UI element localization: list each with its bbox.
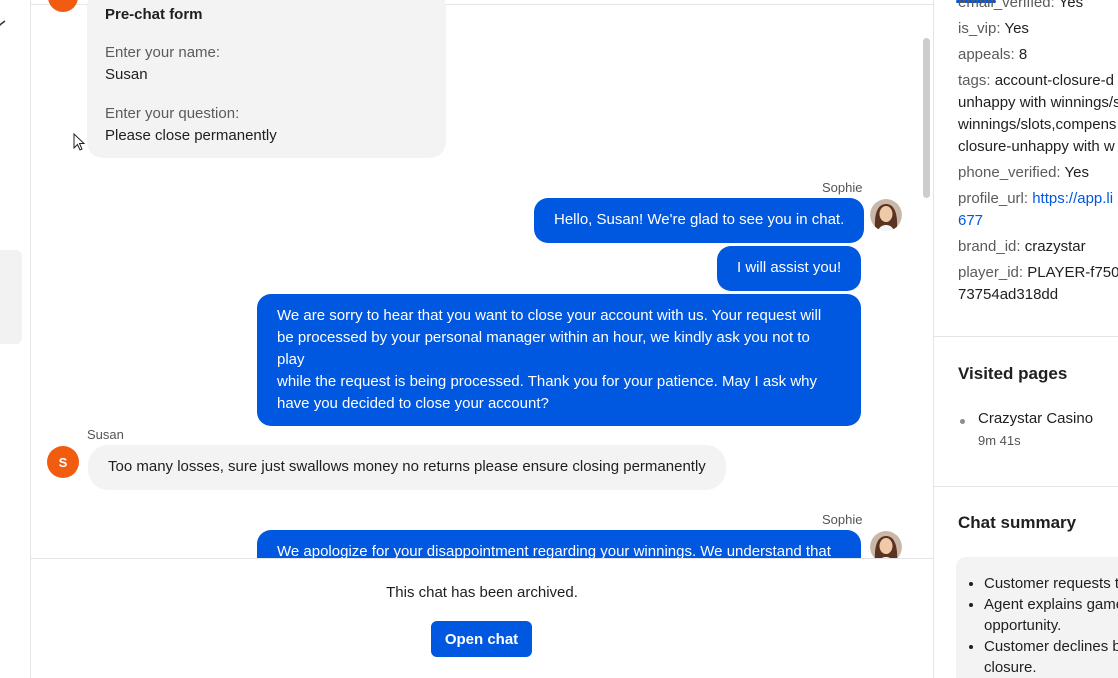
attr-value: account-closure-d — [994, 72, 1114, 89]
attr-value: Yes — [1004, 20, 1029, 37]
attr-brand-id: brand_id: crazystar — [958, 236, 1118, 258]
left-rail — [0, 0, 31, 678]
summary-text: opportunity. — [984, 617, 1062, 634]
summary-text: Agent explains game — [984, 596, 1118, 613]
attr-key: tags: — [958, 72, 991, 89]
attr-tags: tags: account-closure-d unhappy with win… — [958, 70, 1118, 158]
message-bubble-agent: We are sorry to hear that you want to cl… — [257, 294, 861, 426]
archived-notice: This chat has been archived. — [386, 584, 578, 601]
divider — [934, 336, 1118, 337]
message-line: We are sorry to hear that you want to cl… — [277, 307, 822, 324]
summary-text: closure. — [984, 659, 1037, 676]
message-bubble-agent: We apologize for your disappointment reg… — [257, 530, 861, 558]
message-line: while the request is being processed. Th… — [277, 373, 818, 390]
message-line: have you decided to close your account? — [277, 395, 549, 412]
bullet-icon — [960, 419, 965, 424]
summary-item: Customer requests t — [984, 573, 1118, 594]
prechat-question-text: Enter your question: — [105, 105, 240, 122]
attr-key: profile_url: — [958, 190, 1029, 207]
sender-name: Sophie — [822, 180, 863, 195]
divider — [934, 486, 1118, 487]
attr-profile-url: profile_url: https://app.li 677 — [958, 188, 1118, 232]
attr-email-verified: email_verified: Yes — [958, 0, 1118, 14]
summary-text: Customer requests t — [984, 575, 1118, 592]
attr-value: 73754ad318dd — [958, 286, 1059, 303]
attr-phone-verified: phone_verified: Yes — [958, 162, 1118, 184]
visited-page-duration: 9m 41s — [978, 433, 1021, 448]
message-bubble-agent: Hello, Susan! We're glad to see you in c… — [534, 198, 865, 243]
attr-key: phone_verified: — [958, 164, 1061, 181]
chat-summary-box: Customer requests t Agent explains game o… — [956, 557, 1118, 678]
visited-pages-heading: Visited pages — [958, 364, 1068, 383]
open-chat-button[interactable]: Open chat — [431, 621, 532, 657]
details-panel: email_verified: Yes is_vip: Yes appeals:… — [933, 0, 1118, 678]
attr-key: is_vip: — [958, 20, 1001, 37]
prechat-answer-text: Please close permanently — [105, 127, 277, 144]
check-icon[interactable] — [0, 20, 7, 30]
attr-value: unhappy with winnings/s — [958, 94, 1118, 111]
attr-value: crazystar — [1024, 238, 1086, 255]
agent-avatar — [870, 199, 902, 231]
rail-item-selected[interactable] — [0, 250, 22, 344]
attr-key: email_verified: — [958, 0, 1055, 11]
attr-value: 8 — [1018, 46, 1028, 63]
message-line: be processed by your personal manager wi… — [277, 329, 810, 368]
chat-summary-heading: Chat summary — [958, 513, 1077, 532]
agent-avatar — [870, 531, 902, 558]
summary-item: Agent explains game opportunity. — [984, 594, 1118, 636]
prechat-answer-name: Susan — [105, 66, 148, 83]
attr-value: Yes — [1064, 164, 1089, 181]
attr-value: PLAYER-f7504 — [1027, 264, 1118, 281]
archive-bar: This chat has been archived. Open chat — [31, 558, 933, 678]
attr-value: Yes — [1058, 0, 1084, 11]
attr-value: winnings/slots,compens — [958, 116, 1117, 133]
attr-player-id: player_id: PLAYER-f7504 73754ad318dd — [958, 262, 1118, 306]
attr-appeals: appeals: 8 — [958, 44, 1118, 66]
attr-is-vip: is_vip: Yes — [958, 18, 1118, 40]
sender-name: Sophie — [822, 512, 863, 527]
message-list[interactable]: Pre-chat form Enter your name: Susan Ent… — [31, 0, 933, 558]
customer-attributes: email_verified: Yes is_vip: Yes appeals:… — [958, 0, 1118, 310]
prechat-form-card: Pre-chat form Enter your name: Susan Ent… — [87, 0, 446, 158]
prechat-question-name: Enter your name: — [105, 44, 221, 61]
message-bubble-customer: Too many losses, sure just swallows mone… — [88, 445, 726, 490]
attr-key: player_id: — [958, 264, 1024, 281]
prechat-form-title: Pre-chat form — [105, 6, 203, 23]
sender-name: Susan — [87, 427, 124, 442]
message-bubble-agent: I will assist you! — [717, 246, 862, 291]
mouse-cursor-icon — [73, 133, 86, 151]
profile-url-link[interactable]: https://app.li — [1032, 190, 1113, 207]
attr-key: appeals: — [958, 46, 1015, 63]
summary-item: Customer declines b closure. — [984, 636, 1118, 678]
chat-panel: Pre-chat form Enter your name: Susan Ent… — [31, 0, 933, 678]
profile-url-link[interactable]: 677 — [958, 210, 1118, 232]
scrollbar-thumb[interactable] — [923, 38, 930, 198]
attr-key: brand_id: — [958, 238, 1021, 255]
summary-text: Customer declines b — [984, 638, 1118, 655]
visited-page-name: Crazystar Casino — [978, 410, 1094, 427]
attr-value: closure-unhappy with w — [958, 138, 1115, 155]
user-avatar: S — [47, 446, 79, 478]
user-avatar — [48, 0, 78, 12]
chat-app: Pre-chat form Enter your name: Susan Ent… — [0, 0, 1118, 678]
